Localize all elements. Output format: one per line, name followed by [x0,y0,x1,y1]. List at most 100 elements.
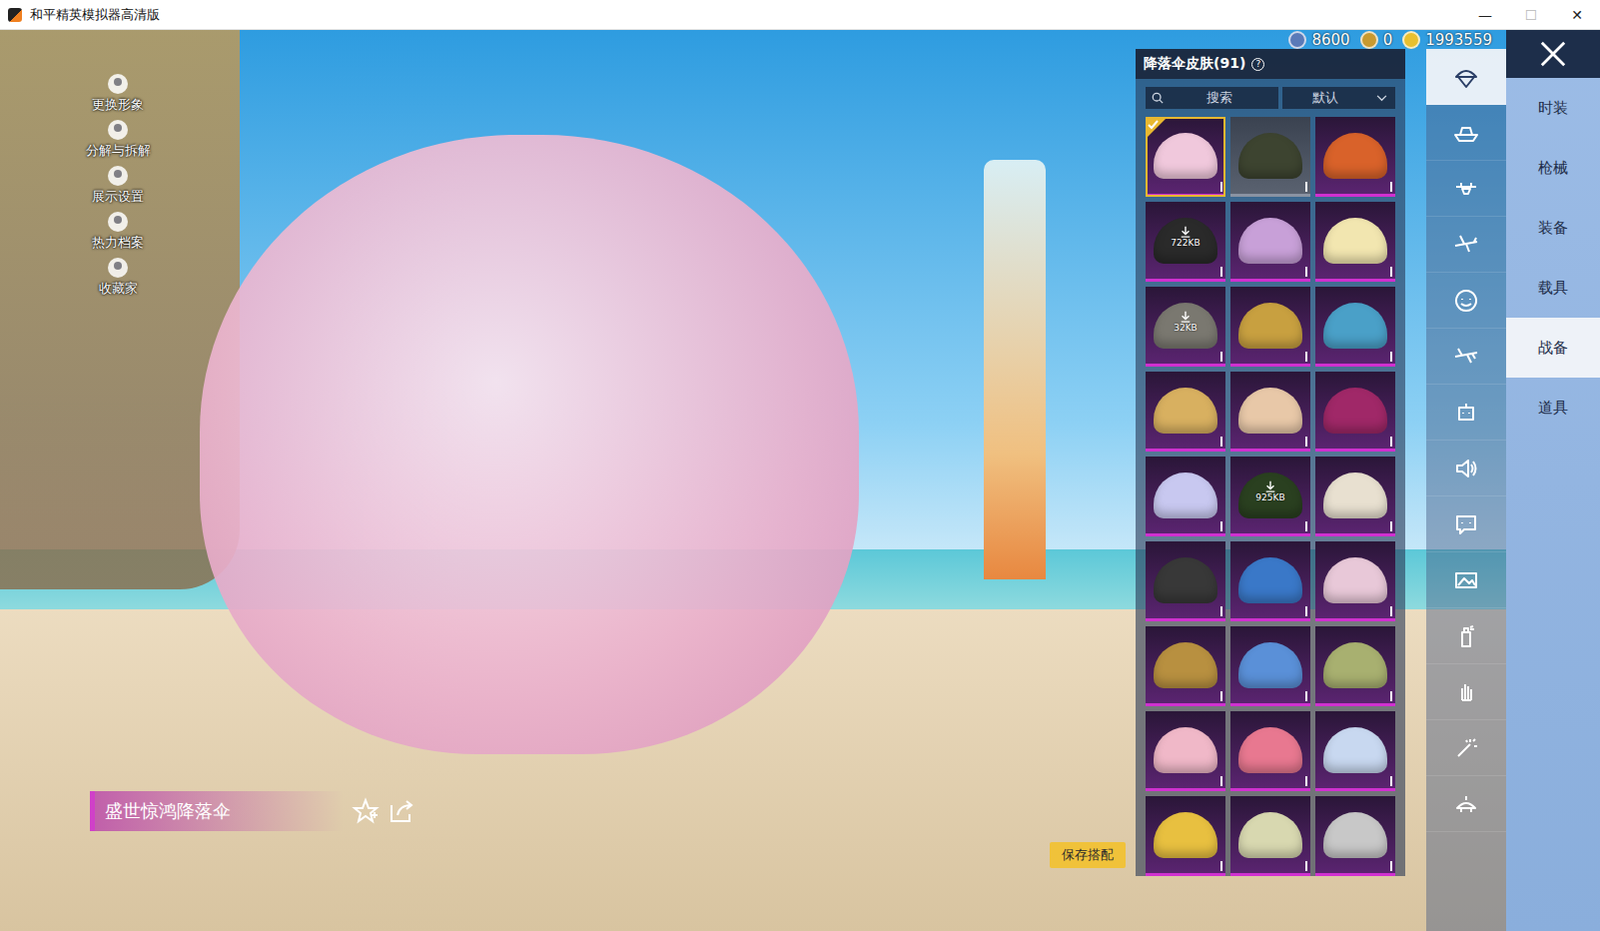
skin-tile[interactable] [1145,541,1226,622]
quantity-mark [1220,860,1223,871]
category-button[interactable] [1426,384,1507,441]
parachute-model[interactable] [199,134,859,755]
category-button[interactable] [1426,104,1507,161]
skin-tile[interactable] [1145,456,1226,537]
tab[interactable]: 装备 [1506,197,1600,258]
download-icon [1264,480,1277,493]
close-button[interactable] [1506,29,1600,78]
side-menu-item[interactable]: 分解与拆解 [77,117,158,160]
tab[interactable]: 枪械 [1506,137,1600,198]
skin-tile[interactable] [1315,201,1396,282]
category-button[interactable] [1426,440,1507,497]
skin-tile[interactable] [1230,286,1311,367]
chevron-down-icon [1376,94,1388,102]
category-button[interactable] [1426,608,1507,665]
side-menu-item[interactable]: 更换形象 [77,71,158,114]
category-button[interactable] [1426,216,1507,273]
skin-tile[interactable] [1145,626,1226,707]
skin-thumbnail [1323,472,1388,519]
skin-tile[interactable] [1315,286,1396,367]
category-button[interactable] [1426,328,1507,385]
currency: 0 [1360,30,1394,49]
tab[interactable]: 战备 [1506,317,1600,378]
quantity-mark [1305,181,1308,192]
item-name: 盛世惊鸿降落伞 [89,791,344,831]
game-stage: 更换形象分解与拆解展示设置热力档案收藏家盛世惊鸿降落伞保存搭配860001993… [0,29,1600,931]
skin-tile[interactable]: 925KB [1230,456,1311,537]
side-menu-item[interactable]: 展示设置 [77,163,158,206]
coin-icon [1360,30,1379,49]
quantity-mark [1390,181,1393,192]
skin-tile[interactable]: 32KB [1145,286,1226,367]
skin-tile[interactable] [1230,796,1311,876]
favorite-star-icon[interactable] [351,797,380,825]
quantity-mark [1390,860,1393,871]
search-field[interactable]: 搜索 [1145,86,1279,109]
category-button[interactable] [1426,496,1507,553]
skin-thumbnail [1153,132,1218,179]
skin-tile[interactable]: 722KB [1145,201,1226,282]
skin-tile[interactable] [1145,796,1226,876]
tab[interactable]: 载具 [1506,257,1600,318]
skin-thumbnail [1323,811,1388,858]
skin-tile[interactable] [1230,201,1311,282]
skin-tile[interactable] [1145,711,1226,792]
skin-tile[interactable] [1315,626,1396,707]
save-outfit-button[interactable]: 保存搭配 [1049,841,1126,868]
side-menu-item[interactable]: 热力档案 [77,209,158,252]
skin-thumbnail [1238,132,1303,179]
skin-thumbnail [1323,727,1388,774]
skin-tile[interactable] [1315,116,1396,197]
skin-tile[interactable] [1315,456,1396,537]
quantity-mark [1305,266,1308,277]
panel-header: 降落伞皮肤(91)? [1135,48,1406,79]
quantity-mark [1305,351,1308,362]
sort-dropdown[interactable]: 默认 [1282,86,1396,109]
skin-tile[interactable] [1145,116,1226,197]
quantity-mark [1220,436,1223,447]
chat-icon [1452,510,1481,539]
skin-thumbnail [1153,472,1218,519]
category-button[interactable] [1426,720,1507,777]
window-control[interactable]: — [1462,0,1509,29]
skin-tile[interactable] [1315,371,1396,452]
skin-thumbnail [1323,642,1388,689]
skin-tile[interactable] [1230,371,1311,452]
glider-icon [1452,342,1481,371]
help-button[interactable]: ? [1251,57,1265,71]
category-button[interactable] [1426,664,1507,721]
menu-icon [105,163,130,188]
skin-tile[interactable] [1145,371,1226,452]
category-button[interactable] [1426,776,1507,832]
lighthouse [983,159,1046,580]
download-badge: 925KB [1230,480,1311,503]
share-icon[interactable] [387,797,416,825]
window-control[interactable]: ✕ [1554,0,1600,29]
currency: 1993559 [1402,30,1493,49]
title-bar: 和平精英模拟器高清版—☐✕ [0,0,1600,30]
side-menu-item[interactable]: 收藏家 [77,255,158,298]
skin-tile[interactable] [1230,626,1311,707]
wand-icon [1452,734,1481,763]
category-button[interactable] [1426,48,1507,105]
category-button[interactable] [1426,552,1507,609]
skin-thumbnail [1153,387,1218,434]
quantity-mark [1390,266,1393,277]
quantity-mark [1305,436,1308,447]
coin-icon [1402,30,1421,49]
tab[interactable]: 时装 [1506,77,1600,138]
skin-tile[interactable] [1315,796,1396,876]
skin-thumbnail [1323,302,1388,349]
category-button[interactable] [1426,160,1507,217]
tab[interactable]: 道具 [1506,377,1600,438]
skin-thumbnail [1323,132,1388,179]
skin-tile[interactable] [1230,116,1311,197]
window-controls: —☐✕ [1462,0,1600,29]
skin-tile[interactable] [1230,711,1311,792]
quantity-mark [1220,776,1223,787]
skin-tile[interactable] [1230,541,1311,622]
speaker-icon [1452,454,1481,483]
skin-tile[interactable] [1315,711,1396,792]
category-button[interactable] [1426,272,1507,329]
skin-tile[interactable] [1315,541,1396,622]
